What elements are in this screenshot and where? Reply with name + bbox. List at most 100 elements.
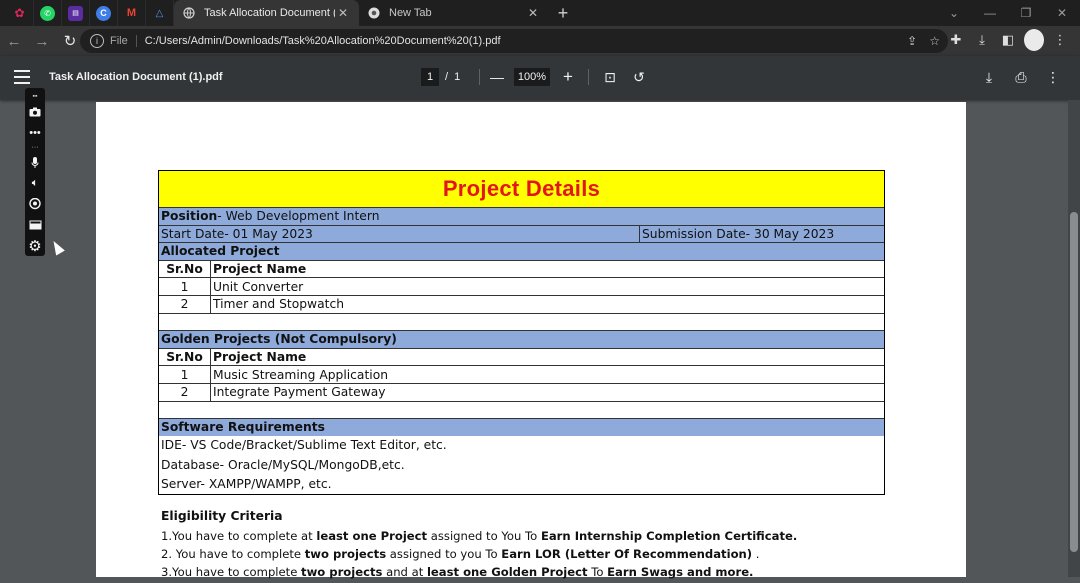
close-window-button[interactable]: ✕ <box>1044 0 1080 26</box>
gear-icon[interactable]: ⚙ <box>25 235 45 256</box>
project-details-table: Project Details Position - Web Developmen… <box>158 170 885 495</box>
start-date: Start Date- 01 May 2023 <box>159 225 640 243</box>
share-icon[interactable]: ⇪ <box>907 34 917 48</box>
tab-new-tab[interactable]: New Tab ✕ <box>359 0 549 26</box>
forward-button[interactable]: → <box>28 27 56 55</box>
camera-icon[interactable] <box>25 102 45 123</box>
tab-title: Task Allocation Document (1).pdf <box>204 7 335 19</box>
more-dots-icon[interactable]: ••• <box>25 122 45 143</box>
section-title: Eligibility Criteria <box>161 509 283 523</box>
info-icon[interactable]: i <box>90 34 104 48</box>
divider-dots-icon: ··· <box>31 144 39 152</box>
app-icon: ✿ <box>14 6 25 20</box>
pinned-tab-gmail[interactable]: M <box>118 0 146 26</box>
section-title: Golden Projects (Not Compulsory) <box>161 332 397 347</box>
tab-strip: ✿ ✆ ▤ C M △ Task Allocation Document (1)… <box>0 0 1080 26</box>
table-heading: Project Details <box>159 171 884 207</box>
page-separator: / <box>445 71 449 83</box>
pinned-tab[interactable]: C <box>90 0 118 26</box>
pinned-tab[interactable]: ▤ <box>62 0 90 26</box>
list-item: 1.You have to complete at least one Proj… <box>161 529 797 547</box>
menu-icon[interactable] <box>14 70 30 84</box>
list-item: IDE- VS Code/Bracket/Sublime Text Editor… <box>159 436 884 455</box>
pdf-toolbar: Task Allocation Document (1).pdf 1 / 1 —… <box>0 56 1080 100</box>
restore-button[interactable]: ❐ <box>1008 0 1044 26</box>
profile-avatar[interactable] <box>1024 29 1044 51</box>
extensions-icon[interactable]: ✚ <box>946 29 966 51</box>
whatsapp-icon: ✆ <box>40 5 55 21</box>
text: 1.You have to complete at <box>161 529 317 543</box>
speaker-icon[interactable]: 🔈︎ <box>25 174 45 195</box>
zoom-out-button[interactable]: — <box>487 67 507 87</box>
close-icon[interactable]: ✕ <box>335 6 351 20</box>
menu-kebab-icon[interactable]: ⋮ <box>1050 29 1070 51</box>
microphone-icon[interactable] <box>25 153 45 174</box>
page-indicator: 1 / 1 <box>421 68 460 86</box>
software-item: Server- XAMPP/WAMPP, etc. <box>161 477 332 492</box>
sr-no: 2 <box>159 383 211 401</box>
pinned-tab-whatsapp[interactable]: ✆ <box>34 0 62 26</box>
extensions-area: ✚ ⤓ ◧ ⋮ <box>946 29 1070 51</box>
pinned-tab[interactable]: △ <box>146 0 174 26</box>
minimize-button[interactable]: — <box>972 0 1008 26</box>
more-options-icon[interactable]: ⋮ <box>1043 67 1063 87</box>
text: . <box>752 547 760 561</box>
spacer-row <box>159 312 884 331</box>
project-name: Integrate Payment Gateway <box>213 385 386 400</box>
col-project-name: Project Name <box>213 262 307 277</box>
webcam-icon[interactable] <box>25 194 45 215</box>
table-header-row: Sr.No Project Name <box>159 347 884 366</box>
pinned-tabs: ✿ ✆ ▤ C M △ <box>0 0 174 26</box>
rotate-icon[interactable]: ↺ <box>629 67 649 87</box>
mouse-cursor <box>49 238 65 256</box>
page-number-input[interactable]: 1 <box>421 68 439 86</box>
address-scheme: File <box>110 35 137 47</box>
text-bold: Earn LOR (Letter Of Recommendation) <box>501 547 753 561</box>
page-title: Project Details <box>442 176 601 201</box>
tab-search-icon[interactable]: ⌄ <box>936 0 972 26</box>
text: assigned to You To <box>427 529 541 543</box>
close-icon[interactable]: ✕ <box>525 6 541 20</box>
project-name: Timer and Stopwatch <box>213 297 345 312</box>
drag-handle-icon[interactable]: ▪▪ <box>25 92 45 102</box>
list-item: Server- XAMPP/WAMPP, etc. <box>159 475 884 494</box>
back-button[interactable]: ← <box>0 27 28 55</box>
gmail-icon: M <box>126 7 137 19</box>
drive-icon: △ <box>155 7 164 19</box>
text: 2. You have to complete <box>161 547 305 561</box>
sr-no: 1 <box>159 278 211 295</box>
submission-date: Submission Date- 30 May 2023 <box>642 226 835 241</box>
side-panel-icon[interactable]: ◧ <box>998 29 1018 51</box>
download-icon[interactable]: ⤓ <box>972 29 992 51</box>
scrollbar-thumb[interactable] <box>1070 212 1078 552</box>
new-tab-button[interactable]: + <box>549 0 577 26</box>
omnibox-actions: ⇪ ☆ <box>907 34 940 48</box>
software-item: Database- Oracle/MySQL/MongoDB,etc. <box>161 457 405 472</box>
section-title: Software Requirements <box>161 420 325 435</box>
divider <box>588 69 589 85</box>
text-bold: two projects <box>304 547 387 561</box>
zoom-in-button[interactable]: + <box>558 67 578 87</box>
text-bold: least one Project <box>316 529 428 543</box>
pinned-tab[interactable]: ✿ <box>6 0 34 26</box>
pdf-page: Project Details Position - Web Developmen… <box>96 102 966 579</box>
software-header: Software Requirements <box>159 418 884 436</box>
fit-page-icon[interactable]: ⊡ <box>600 67 620 87</box>
zoom-input[interactable]: 100% <box>514 68 550 86</box>
print-icon[interactable]: ⎙ <box>1011 67 1031 87</box>
table-row: 2 Integrate Payment Gateway <box>159 382 884 401</box>
screen-icon[interactable] <box>25 215 45 236</box>
address-bar[interactable]: i File C:/Users/Admin/Downloads/Task%20A… <box>80 29 948 53</box>
floating-tool-panel: ▪▪ ••• ··· 🔈︎ ⚙ <box>25 88 45 256</box>
text: assigned to you To <box>386 547 502 561</box>
divider <box>479 69 480 85</box>
text-bold: Earn Internship Completion Certificate. <box>540 529 798 543</box>
download-icon[interactable]: ⤓ <box>979 67 999 87</box>
table-row: 1 Music Streaming Application <box>159 365 884 383</box>
bookmark-star-icon[interactable]: ☆ <box>929 34 940 48</box>
spacer-row <box>159 400 884 419</box>
tab-pdf[interactable]: Task Allocation Document (1).pdf ✕ <box>174 0 359 26</box>
scrollbar[interactable] <box>1068 100 1080 577</box>
col-srno: Sr.No <box>159 260 211 278</box>
tab-title: New Tab <box>389 7 432 19</box>
